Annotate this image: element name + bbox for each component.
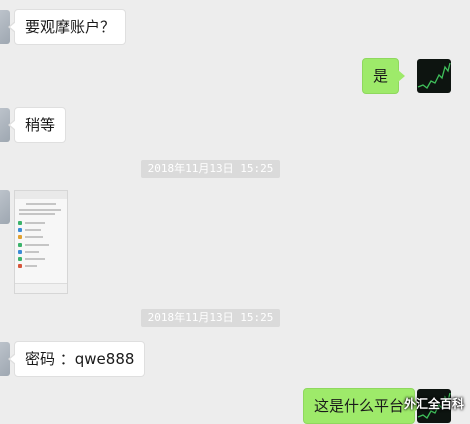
chart-avatar-icon: [417, 62, 451, 89]
screenshot-image-message[interactable]: [14, 190, 68, 294]
message-bubble-received[interactable]: 密码 ：qwe888: [7, 341, 146, 377]
message-bubble-sent[interactable]: 是: [362, 58, 406, 94]
watermark: 外汇全百科: [403, 397, 464, 411]
user-avatar[interactable]: [417, 59, 451, 93]
message-bubble-received[interactable]: 稍等: [7, 107, 67, 143]
timestamp: 2018年11月13日 15:25: [141, 309, 280, 327]
timestamp: 2018年11月13日 15:25: [141, 160, 280, 178]
contact-avatar[interactable]: [0, 190, 10, 224]
message-bubble-received[interactable]: 要观摩账户？: [7, 9, 127, 45]
message-bubble-sent[interactable]: 这是什么平台: [303, 388, 422, 424]
